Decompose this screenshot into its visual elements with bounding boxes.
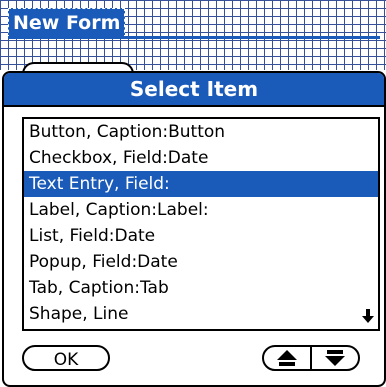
- ok-button[interactable]: OK: [22, 345, 110, 371]
- list-item[interactable]: Tab, Caption:Tab: [24, 275, 378, 301]
- list-item[interactable]: List, Field:Date: [24, 223, 378, 249]
- list-item[interactable]: Shape, Line: [24, 301, 378, 327]
- page-down-button[interactable]: [310, 345, 360, 371]
- list-item[interactable]: Button, Caption:Button: [24, 119, 378, 145]
- list-item[interactable]: Checkbox, Field:Date: [24, 145, 378, 171]
- page-up-icon: [277, 350, 297, 366]
- item-list[interactable]: Button, Caption:Button Checkbox, Field:D…: [22, 117, 380, 331]
- select-item-dialog: Select Item Button, Caption:Button Check…: [2, 71, 386, 387]
- list-item[interactable]: Popup, Field:Date: [24, 249, 378, 275]
- form-title-underline: [8, 36, 380, 39]
- list-item[interactable]: Label, Caption:Label:: [24, 197, 378, 223]
- page-down-icon: [325, 350, 345, 366]
- list-item-selected[interactable]: Text Entry, Field:: [24, 171, 378, 197]
- form-title: New Form: [8, 8, 126, 38]
- page-up-button[interactable]: [262, 345, 312, 371]
- dialog-title: Select Item: [4, 73, 384, 107]
- down-arrow-icon[interactable]: [361, 309, 375, 323]
